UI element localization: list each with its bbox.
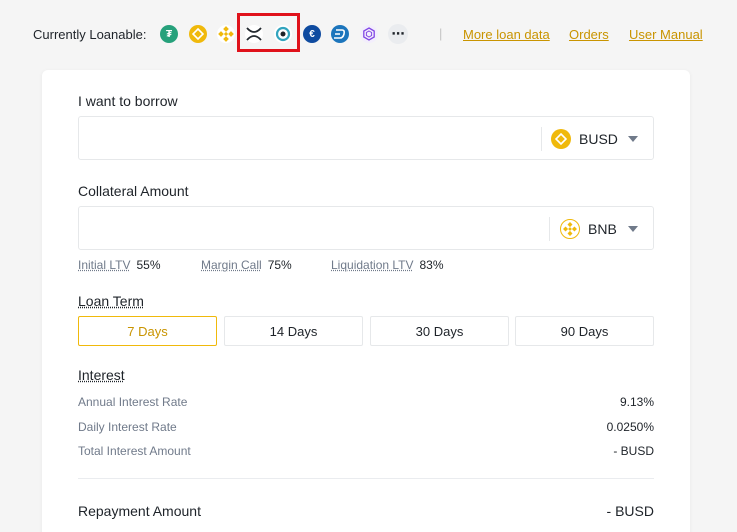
bnb-icon[interactable] xyxy=(217,25,235,43)
loanable-label: Currently Loanable: xyxy=(33,27,147,42)
user-manual-link[interactable]: User Manual xyxy=(629,27,703,42)
more-loan-data-link[interactable]: More loan data xyxy=(463,27,550,42)
borrow-field[interactable]: BUSD xyxy=(78,116,654,160)
term-30-days[interactable]: 30 Days xyxy=(370,316,509,346)
eur-icon[interactable]: € xyxy=(303,25,321,43)
total-interest-label: Total Interest Amount xyxy=(78,444,191,458)
highlight-box xyxy=(237,13,300,52)
orders-link[interactable]: Orders xyxy=(569,27,609,42)
polygon-icon[interactable] xyxy=(360,25,378,43)
initial-ltv: Initial LTV 55% xyxy=(78,258,161,272)
term-14-days[interactable]: 14 Days xyxy=(224,316,363,346)
margin-call: Margin Call 75% xyxy=(201,258,292,272)
initial-ltv-value: 55% xyxy=(136,258,161,272)
bnb-icon xyxy=(560,219,580,239)
chevron-down-icon[interactable] xyxy=(628,226,638,232)
borrow-coin-name[interactable]: BUSD xyxy=(579,131,618,147)
collateral-field[interactable]: BNB xyxy=(78,206,654,250)
term-7-days[interactable]: 7 Days xyxy=(78,316,217,346)
busd-icon[interactable] xyxy=(189,25,207,43)
loan-term-title: Loan Term xyxy=(78,293,144,309)
repayment-label: Repayment Amount xyxy=(78,503,201,519)
daily-rate-value: 0.0250% xyxy=(606,420,654,434)
collateral-divider xyxy=(549,217,550,241)
busd-icon xyxy=(551,129,571,149)
separator: | xyxy=(439,26,443,41)
liquidation-ltv: Liquidation LTV 83% xyxy=(331,258,444,272)
collateral-label: Collateral Amount xyxy=(78,183,189,199)
margin-call-value: 75% xyxy=(267,258,292,272)
term-90-days[interactable]: 90 Days xyxy=(515,316,654,346)
chevron-down-icon[interactable] xyxy=(628,136,638,142)
more-coins-button[interactable]: ⋯ xyxy=(388,24,408,44)
liquidation-ltv-label: Liquidation LTV xyxy=(331,258,414,272)
borrow-divider xyxy=(541,127,542,151)
repayment-value: - BUSD xyxy=(606,503,654,519)
loan-card: I want to borrow BUSD Collateral Amount … xyxy=(42,70,690,532)
annual-rate-label: Annual Interest Rate xyxy=(78,395,188,409)
liquidation-ltv-value: 83% xyxy=(419,258,444,272)
initial-ltv-label: Initial LTV xyxy=(78,258,131,272)
dash-icon[interactable] xyxy=(331,25,349,43)
annual-rate-value: 9.13% xyxy=(619,395,654,409)
borrow-label: I want to borrow xyxy=(78,93,178,109)
collateral-coin-name[interactable]: BNB xyxy=(588,221,617,237)
interest-title: Interest xyxy=(78,367,125,383)
margin-call-label: Margin Call xyxy=(201,258,262,272)
loanable-bar: Currently Loanable: ₮ € ⋯ | More loan da… xyxy=(0,14,737,56)
divider xyxy=(78,478,654,479)
daily-rate-label: Daily Interest Rate xyxy=(78,420,177,434)
total-interest-value: - BUSD xyxy=(613,444,654,458)
tether-icon[interactable]: ₮ xyxy=(160,25,178,43)
